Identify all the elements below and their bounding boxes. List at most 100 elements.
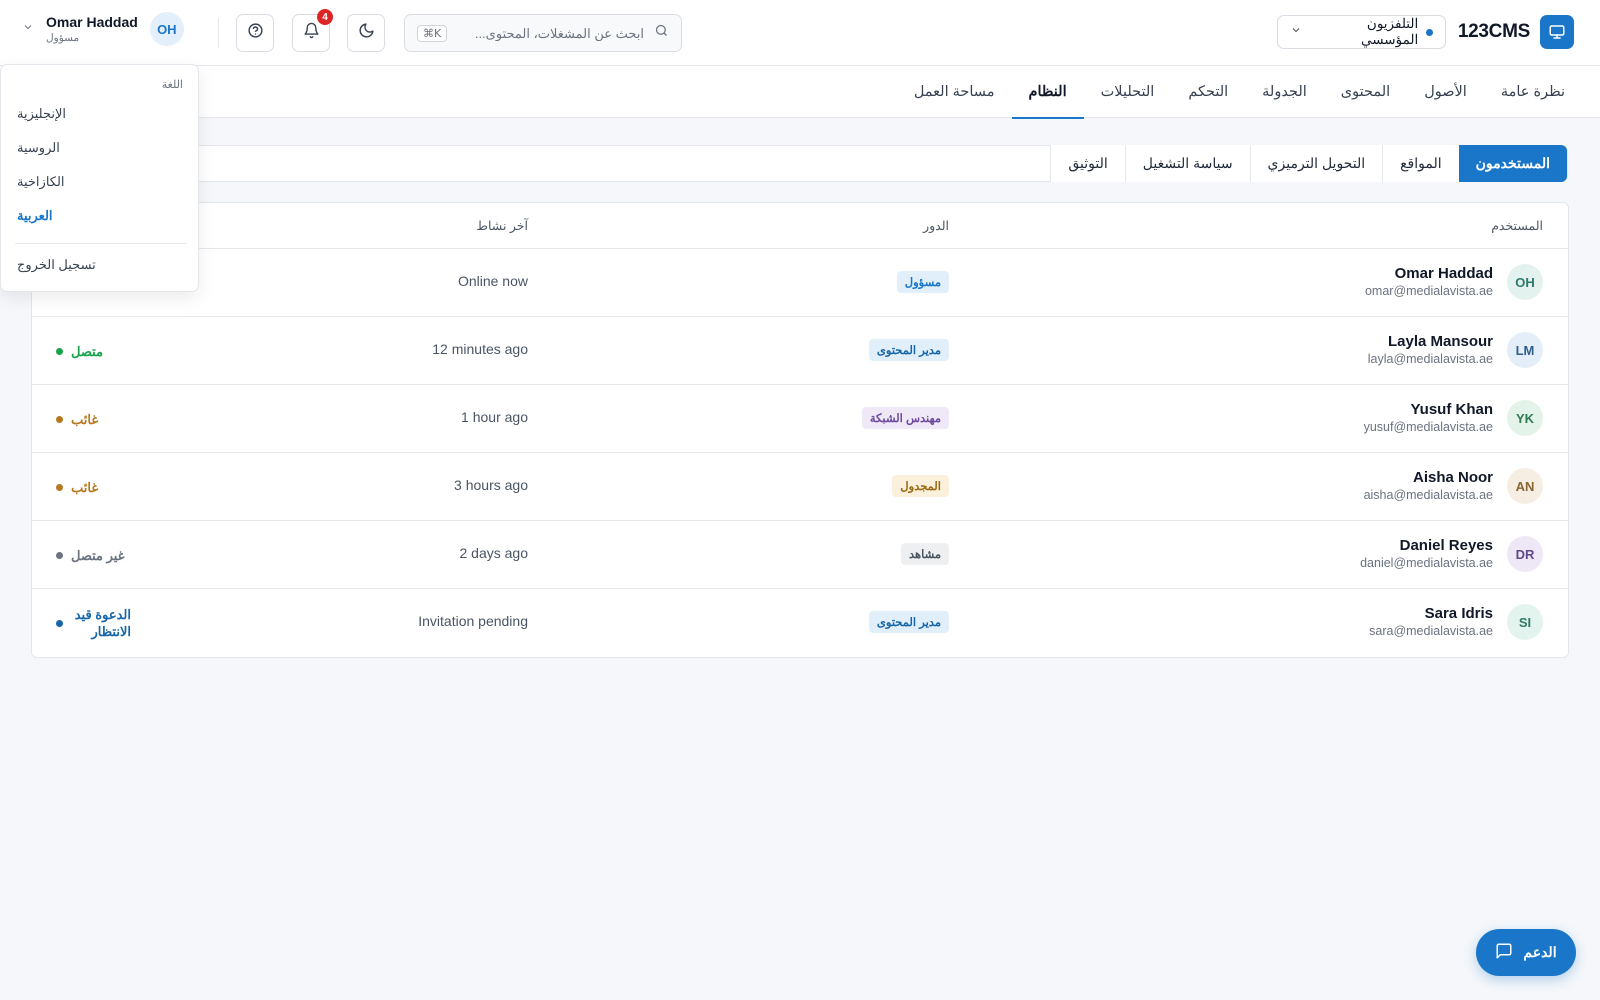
user-name: Sara Idris [1424, 605, 1493, 622]
status-dot [56, 551, 63, 559]
table-row[interactable]: AN Aisha Noor aisha@medialavista.ae المج… [32, 453, 1568, 521]
user-name: Yusuf Khan [1410, 401, 1493, 418]
table-row[interactable]: SI Sara Idris sara@medialavista.ae مدير … [32, 589, 1568, 657]
user-email: aisha@medialavista.ae [1363, 488, 1493, 502]
chevron-down-icon [1290, 23, 1302, 41]
moon-icon [358, 22, 375, 44]
subtab[interactable]: التوثيق [1050, 145, 1125, 182]
user-info: Aisha Noor aisha@medialavista.ae [1364, 469, 1493, 502]
status-dot [56, 415, 63, 423]
language-option-kazakh[interactable]: الكازاخية [17, 174, 65, 190]
top-header: 123CMS التلفزيون المؤسسي ⌘K 4 [0, 0, 1600, 66]
table-row[interactable]: YK Yusuf Khan yusuf@medialavista.ae مهند… [32, 385, 1568, 453]
role-badge: المجدول [892, 475, 949, 497]
subtab[interactable]: سياسة التشغيل [1124, 145, 1250, 182]
avatar: OH [1507, 264, 1543, 300]
search-shortcut: ⌘K [417, 24, 448, 42]
notifications-button[interactable]: 4 [292, 9, 333, 52]
user-email: sara@medialavista.ae [1369, 624, 1493, 638]
notification-count-badge: 4 [317, 9, 333, 25]
status-label: متصل [71, 343, 104, 359]
status-indicator: الدعوة قيد الانتظار [56, 589, 131, 657]
table-row[interactable]: OH Omar Haddad omar@medialavista.ae مسؤو… [32, 249, 1568, 317]
user-role: مسؤول [46, 32, 80, 44]
role-badge: مدير المحتوى [868, 611, 949, 633]
language-option-russian[interactable]: الروسية [17, 140, 60, 156]
logout-button[interactable]: تسجيل الخروج [17, 257, 96, 273]
column-header-role: الدور [923, 219, 949, 233]
nav-item[interactable]: الأصول [1407, 66, 1484, 118]
user-dropdown-menu: اللغة الإنجليزية الروسية الكازاخية العرب… [0, 64, 199, 292]
column-header-user: المستخدم [1491, 219, 1543, 233]
last-activity: 12 minutes ago [432, 341, 528, 357]
status-indicator: غير متصل [56, 521, 125, 589]
status-label: غائب [71, 411, 99, 427]
language-option-english[interactable]: الإنجليزية [17, 106, 66, 122]
avatar: YK [1507, 400, 1543, 436]
status-label: غير متصل [71, 547, 125, 563]
search-input[interactable] [457, 25, 644, 41]
user-name: Aisha Noor [1412, 469, 1493, 486]
user-info: Layla Mansour layla@medialavista.ae [1368, 333, 1493, 366]
user-menu-button[interactable]: Omar Haddad مسؤول OH [22, 12, 184, 46]
status-dot [56, 483, 63, 491]
brand-name: 123CMS [1457, 21, 1530, 42]
user-name: Omar Haddad [1394, 265, 1493, 282]
nav-item[interactable]: المحتوى [1324, 66, 1407, 118]
help-button[interactable] [236, 14, 274, 52]
nav-item[interactable]: التحكم [1171, 66, 1245, 118]
status-dot [56, 619, 63, 627]
user-name: Omar Haddad [46, 14, 138, 30]
search-box[interactable]: ⌘K [404, 14, 682, 52]
status-indicator: غائب [56, 453, 98, 521]
last-activity: 1 hour ago [461, 409, 528, 425]
chat-icon [1495, 942, 1513, 963]
role-badge: مدير المحتوى [868, 339, 949, 361]
avatar: SI [1507, 604, 1543, 640]
user-email: yusuf@medialavista.ae [1363, 420, 1493, 434]
system-subtabs: المستخدمون المواقع التحويل الترميزي سياسة ا… [32, 145, 1568, 182]
nav-item[interactable]: التحليلات [1084, 66, 1172, 118]
subtab[interactable]: التحويل الترميزي [1249, 145, 1383, 182]
brand[interactable]: 123CMS [1458, 15, 1574, 49]
user-info: Omar Haddad omar@medialavista.ae [1365, 265, 1493, 298]
table-header: المستخدم الدور آخر نشاط [32, 203, 1568, 249]
subtab[interactable]: المستخدمون [1458, 145, 1567, 182]
nav-item[interactable]: مساحة العمل [897, 66, 1012, 118]
role-badge: مهندس الشبكة [861, 407, 949, 429]
status-label: الدعوة قيد الانتظار [74, 607, 131, 639]
search-icon [654, 23, 669, 43]
language-header: اللغة [161, 79, 183, 91]
avatar: DR [1507, 536, 1543, 572]
table-row[interactable]: DR Daniel Reyes daniel@medialavista.ae م… [32, 521, 1568, 589]
bell-icon [303, 22, 320, 44]
language-option-arabic[interactable]: العربية [17, 208, 53, 224]
organization-select[interactable]: التلفزيون المؤسسي [1277, 15, 1446, 49]
users-table: المستخدم الدور آخر نشاط OH Omar Haddad o… [31, 202, 1569, 658]
status-indicator: متصل [56, 317, 103, 385]
monitor-icon [1540, 15, 1574, 49]
table-row[interactable]: LM Layla Mansour layla@medialavista.ae م… [32, 317, 1568, 385]
user-email: layla@medialavista.ae [1367, 352, 1493, 366]
organization-label: التلفزيون المؤسسي [1361, 16, 1419, 47]
user-email: daniel@medialavista.ae [1360, 556, 1493, 570]
user-info: Daniel Reyes daniel@medialavista.ae [1360, 537, 1493, 570]
nav-item[interactable]: الجدولة [1245, 66, 1324, 118]
user-name-block: Omar Haddad مسؤول [46, 14, 138, 44]
chevron-down-icon [22, 20, 34, 38]
nav-item[interactable]: نظرة عامة [1484, 66, 1582, 118]
theme-toggle-button[interactable] [347, 14, 385, 52]
organization-status-dot [1426, 28, 1433, 36]
last-activity: 3 hours ago [454, 477, 528, 493]
status-indicator: غائب [56, 385, 98, 453]
user-email: omar@medialavista.ae [1364, 284, 1493, 298]
subtab[interactable]: المواقع [1382, 145, 1459, 182]
avatar: LM [1507, 332, 1543, 368]
dropdown-divider [15, 243, 186, 244]
nav-item[interactable]: النظام [1011, 66, 1084, 119]
user-info: Sara Idris sara@medialavista.ae [1369, 605, 1493, 638]
avatar: OH [149, 12, 184, 46]
status-label: غائب [71, 479, 99, 495]
user-name: Layla Mansour [1387, 333, 1493, 350]
support-button[interactable]: الدعم [1476, 929, 1576, 976]
